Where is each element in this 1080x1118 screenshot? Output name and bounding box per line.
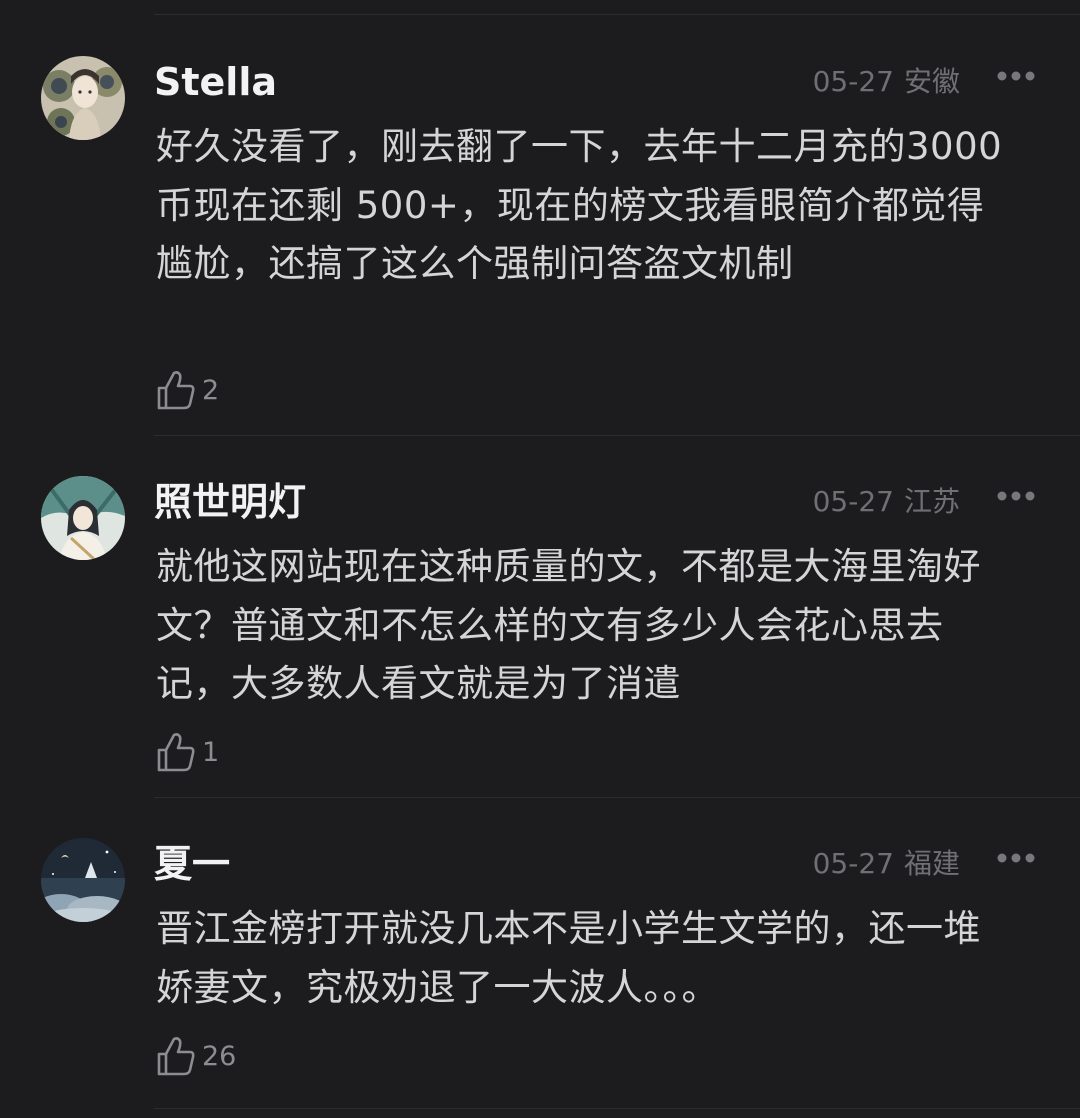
comment-divider bbox=[154, 435, 1080, 436]
comment-date: 05-27 bbox=[812, 485, 894, 518]
comment-date: 05-27 bbox=[812, 65, 894, 98]
like-count: 26 bbox=[202, 1040, 237, 1072]
like-count: 2 bbox=[202, 374, 220, 406]
comment-location: 江苏 bbox=[903, 485, 960, 518]
comment-author[interactable]: 照世明灯 bbox=[154, 478, 306, 526]
comment-divider bbox=[154, 797, 1080, 798]
like-button[interactable]: 2 bbox=[156, 368, 219, 412]
comment-date: 05-27 bbox=[812, 847, 894, 880]
comment-meta: 05-27 江苏 bbox=[813, 484, 960, 520]
like-button[interactable]: 1 bbox=[156, 730, 219, 774]
more-horizontal-dots-icon[interactable] bbox=[996, 490, 1036, 502]
avatar[interactable] bbox=[41, 838, 125, 922]
avatar-painted-swordsman-icon bbox=[41, 476, 125, 560]
comment-item: 夏一 05-27 福建 晋江金榜打开就没几本不是小学生文学的，还一堆娇妻文，究极劝… bbox=[0, 838, 1080, 1108]
thumbs-up-outline-icon bbox=[157, 1037, 195, 1076]
like-button[interactable]: 26 bbox=[156, 1034, 236, 1078]
thumbs-up-outline-icon bbox=[157, 371, 195, 410]
like-count: 1 bbox=[202, 736, 220, 768]
avatar[interactable] bbox=[41, 476, 125, 560]
comment-meta: 05-27 福建 bbox=[813, 846, 960, 882]
avatar[interactable] bbox=[41, 56, 125, 140]
comment-text: 就他这网站现在这种质量的文，不都是大海里淘好文？普通文和不怎么样的文有多少人会花… bbox=[156, 545, 981, 705]
comment-location: 安徽 bbox=[903, 65, 960, 98]
comment-meta: 05-27 安徽 bbox=[813, 64, 960, 100]
comment-author[interactable]: 夏一 bbox=[154, 840, 230, 888]
comment-text: 好久没看了，刚去翻了一下，去年十二月充的3000 币现在还剩 500+，现在的榜… bbox=[156, 125, 1003, 285]
top-divider bbox=[154, 14, 1080, 15]
comment-location: 福建 bbox=[903, 847, 960, 880]
comment-divider bbox=[154, 1108, 1080, 1109]
avatar-night-sky-clouds-icon bbox=[41, 838, 125, 922]
avatar-girl-with-peacock-feathers-icon bbox=[41, 56, 125, 140]
comment-item: Stella 05-27 安徽 好久没看了，刚去翻了一下，去年十二月充的3000 … bbox=[0, 56, 1080, 436]
comment-item: 照世明灯 05-27 江苏 就他这网站现在这种质量的文，不都是大海里淘好文？普通文… bbox=[0, 476, 1080, 798]
comment-author[interactable]: Stella bbox=[154, 58, 277, 106]
more-horizontal-dots-icon[interactable] bbox=[996, 70, 1036, 82]
thumbs-up-outline-icon bbox=[157, 733, 195, 772]
comment-text: 晋江金榜打开就没几本不是小学生文学的，还一堆娇妻文，究极劝退了一大波人。。。 bbox=[156, 907, 981, 1009]
more-horizontal-dots-icon[interactable] bbox=[996, 852, 1036, 864]
